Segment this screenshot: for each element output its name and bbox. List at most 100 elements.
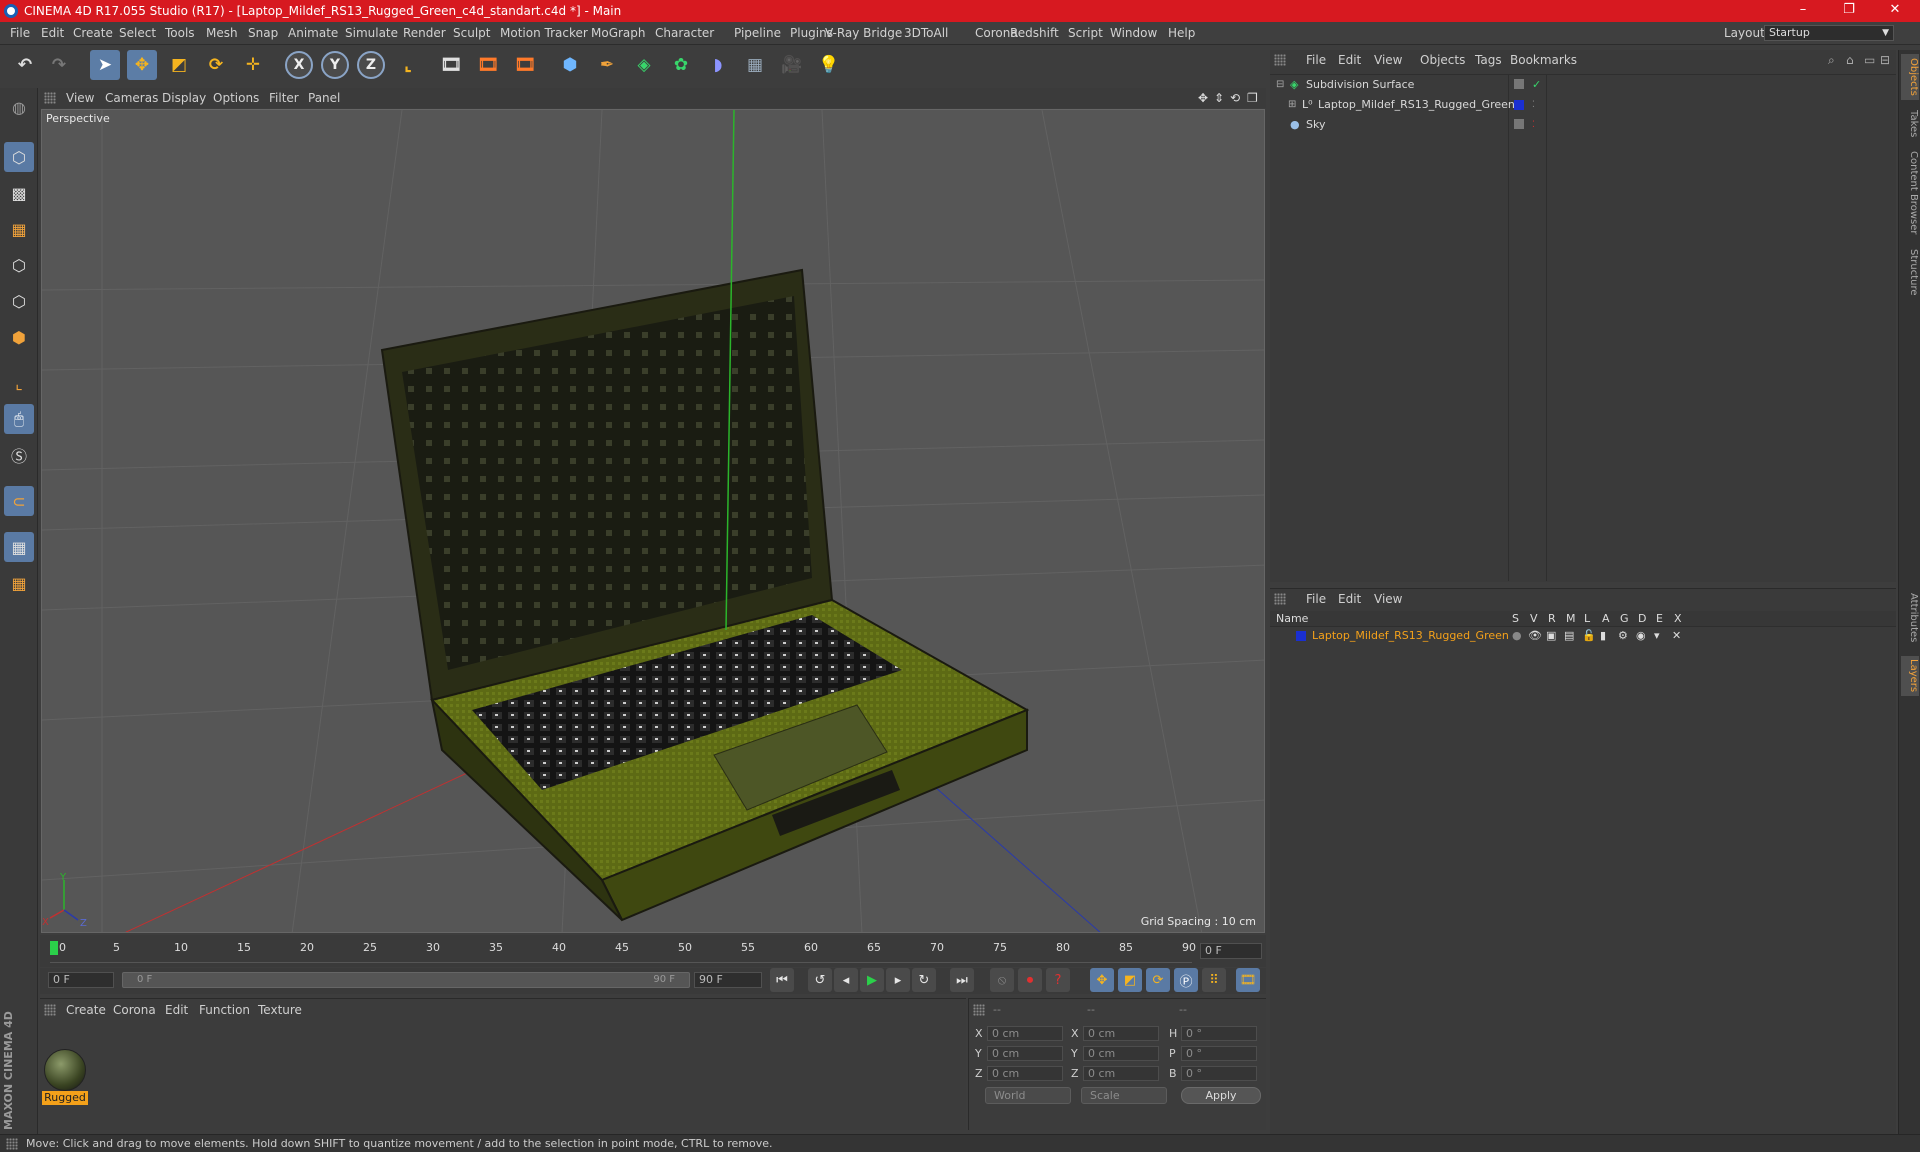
column-render[interactable]: R	[1548, 612, 1556, 625]
layers-menu-view[interactable]: View	[1374, 589, 1402, 609]
viewport-menu-options[interactable]: Options	[213, 88, 259, 108]
expressions-toggle-icon[interactable]: ▾	[1654, 627, 1660, 645]
coordinate-mode-select[interactable]: World	[985, 1087, 1071, 1104]
planar-workplane-icon[interactable]: ▦	[4, 568, 34, 598]
timeline-ruler[interactable]: 0 5 10 15 20 25 30 35 40 45 50 55 60 65 …	[40, 935, 1266, 967]
search-icon[interactable]: ⌕	[1828, 50, 1835, 70]
rotate-tool-icon[interactable]: ⟳	[201, 50, 231, 80]
tweak-mode-icon[interactable]: 🖱	[4, 404, 34, 434]
collapse-icon[interactable]: ⊟	[1276, 75, 1284, 95]
column-manager[interactable]: M	[1566, 612, 1576, 625]
new-window-icon[interactable]: ⊟	[1880, 50, 1890, 70]
live-selection-icon[interactable]: ➤	[90, 50, 120, 80]
floor-icon[interactable]: ▦	[740, 50, 770, 80]
end-frame-field[interactable]: 90 F	[694, 972, 762, 988]
material-swatch[interactable]: Rugged	[40, 1023, 92, 1107]
next-frame-icon[interactable]: ▸	[886, 968, 910, 992]
close-button[interactable]: ✕	[1872, 0, 1918, 22]
material-menu-texture[interactable]: Texture	[258, 999, 302, 1021]
objects-menu-tags[interactable]: Tags	[1475, 50, 1502, 70]
playhead[interactable]	[50, 941, 58, 955]
perspective-viewport[interactable]: Y X Z Perspective Grid Spacing : 10 cm	[41, 109, 1265, 933]
start-frame-field[interactable]: 0 F	[48, 972, 114, 988]
layers-menu-file[interactable]: File	[1306, 589, 1326, 609]
camera-icon[interactable]: 🎥	[777, 50, 807, 80]
cloner-icon[interactable]: ✿	[666, 50, 696, 80]
menu-file[interactable]: File	[10, 22, 30, 45]
object-row-laptop[interactable]: ⊞ L⁰ Laptop_Mildef_RS13_Rugged_Green ⁚	[1270, 95, 1896, 115]
column-generators[interactable]: G	[1620, 612, 1629, 625]
solo-icon[interactable]: Ⓢ	[4, 440, 34, 470]
keyframe-selection-icon[interactable]: ?	[1046, 968, 1070, 992]
column-locked[interactable]: L	[1584, 612, 1590, 625]
record-keys-icon[interactable]: ⦸	[990, 968, 1014, 992]
recent-tool-icon[interactable]: ✛	[238, 50, 268, 80]
layout-select[interactable]: Startup ▼	[1764, 25, 1894, 41]
viewport-menu-display[interactable]: Display	[162, 88, 206, 108]
viewport-menu-view[interactable]: View	[66, 88, 94, 108]
render-picture-viewer-icon[interactable]: 🎞	[473, 50, 503, 80]
viewport-rotate-icon[interactable]: ⟲	[1230, 88, 1240, 108]
go-to-start-icon[interactable]: ⏮	[770, 968, 794, 992]
visibility-dots-icon[interactable]: ⁚	[1532, 95, 1535, 115]
menu-mograph[interactable]: MoGraph	[591, 22, 646, 45]
menu-vray-bridge[interactable]: V-Ray Bridge	[825, 22, 902, 45]
lock-toggle-icon[interactable]: 🔓	[1582, 627, 1596, 645]
make-editable-icon[interactable]: ◍	[4, 92, 34, 122]
previous-keyframe-icon[interactable]: ↺	[808, 968, 832, 992]
frame-range-slider[interactable]: 0 F 90 F	[122, 972, 690, 988]
scale-tool-icon[interactable]: ◩	[164, 50, 194, 80]
menu-character[interactable]: Character	[655, 22, 714, 45]
x-axis-lock-icon[interactable]: X	[285, 51, 313, 79]
subdivision-surface-icon[interactable]: ◈	[629, 50, 659, 80]
object-row-subdivision-surface[interactable]: ⊟ ◈ Subdivision Surface ✓	[1270, 75, 1896, 95]
viewport-menu-filter[interactable]: Filter	[269, 88, 299, 108]
points-mode-icon[interactable]: ⬡	[4, 250, 34, 280]
size-x-field[interactable]: 0 cm	[1083, 1026, 1159, 1041]
material-preview-ball[interactable]	[44, 1049, 86, 1091]
objects-menu-view[interactable]: View	[1374, 50, 1402, 70]
layer-name[interactable]: Laptop_Mildef_RS13_Rugged_Green	[1312, 627, 1509, 645]
column-expressions[interactable]: E	[1656, 612, 1663, 625]
object-name[interactable]: Laptop_Mildef_RS13_Rugged_Green	[1318, 95, 1515, 115]
undo-icon[interactable]: ↶	[10, 50, 40, 80]
menu-pipeline[interactable]: Pipeline	[734, 22, 781, 45]
deformers-toggle-icon[interactable]: ◉	[1636, 627, 1646, 645]
pos-y-field[interactable]: 0 cm	[987, 1046, 1063, 1061]
expand-icon[interactable]: ⊞	[1288, 95, 1296, 115]
menu-animate[interactable]: Animate	[288, 22, 338, 45]
pos-x-field[interactable]: 0 cm	[987, 1026, 1063, 1041]
menu-redshift[interactable]: Redshift	[1010, 22, 1059, 45]
tab-attributes[interactable]: Attributes	[1901, 586, 1919, 650]
locked-workplane-icon[interactable]: ▦	[4, 532, 34, 562]
rot-h-field[interactable]: 0 °	[1181, 1026, 1257, 1041]
viewport-move-icon[interactable]: ✥	[1198, 88, 1208, 108]
snap-magnet-icon[interactable]: ⊂	[4, 486, 34, 516]
column-solo[interactable]: S	[1512, 612, 1519, 625]
menu-3dtoall[interactable]: 3DToAll	[904, 22, 948, 45]
timeline-window-icon[interactable]: 🎞	[1236, 968, 1260, 992]
viewport-menu-panel[interactable]: Panel	[308, 88, 340, 108]
visibility-dots-icon[interactable]: ⁚	[1532, 115, 1535, 135]
column-xref[interactable]: X	[1674, 612, 1682, 625]
filter-icon[interactable]: ▭	[1864, 50, 1875, 70]
material-menu-function[interactable]: Function	[199, 999, 250, 1021]
go-to-end-icon[interactable]: ⏭	[950, 968, 974, 992]
xref-toggle-icon[interactable]: ✕	[1672, 627, 1681, 645]
workplane-icon[interactable]: ▦	[4, 214, 34, 244]
model-mode-icon[interactable]: ⬡	[4, 142, 34, 172]
axis-mode-icon[interactable]: ⌞	[4, 368, 34, 398]
polygons-mode-icon[interactable]: ⬢	[4, 322, 34, 352]
menu-window[interactable]: Window	[1110, 22, 1157, 45]
object-name[interactable]: Sky	[1306, 115, 1325, 135]
menu-edit[interactable]: Edit	[41, 22, 64, 45]
material-menu-edit[interactable]: Edit	[165, 999, 188, 1021]
current-frame-field[interactable]: 0 F	[1200, 943, 1262, 959]
column-animation[interactable]: A	[1602, 612, 1610, 625]
light-icon[interactable]: 💡	[814, 50, 844, 80]
objects-menu-edit[interactable]: Edit	[1338, 50, 1361, 70]
size-z-field[interactable]: 0 cm	[1083, 1066, 1159, 1081]
viewport-zoom-icon[interactable]: ⇕	[1214, 88, 1224, 108]
layers-menu-edit[interactable]: Edit	[1338, 589, 1361, 609]
z-axis-lock-icon[interactable]: Z	[357, 51, 385, 79]
